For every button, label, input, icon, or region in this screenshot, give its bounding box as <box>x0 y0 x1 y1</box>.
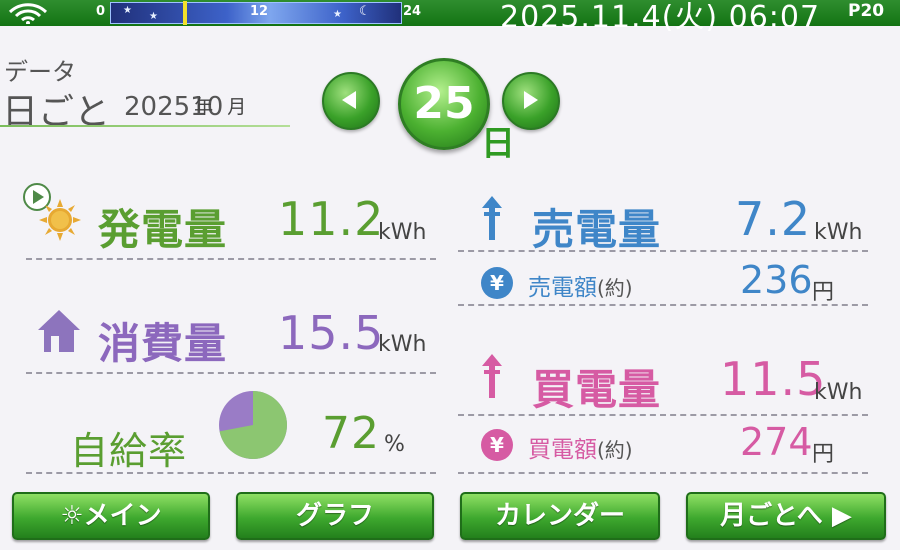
main-button[interactable]: ☼メイン <box>12 492 210 540</box>
calendar-button[interactable]: カレンダー <box>460 492 660 540</box>
moon-icon: ☾ <box>359 4 371 19</box>
bought-amount-note: (約) <box>597 438 633 462</box>
graph-button[interactable]: グラフ <box>236 492 434 540</box>
self-sufficiency-value: 72 <box>322 408 380 459</box>
divider <box>458 414 868 416</box>
divider <box>458 304 868 306</box>
bought-unit: kWh <box>814 380 863 405</box>
yen-icon: ¥ <box>481 267 513 299</box>
sold-amount-note: (約) <box>597 276 633 300</box>
timeline-tick-start: 0 <box>96 4 106 19</box>
sun-icon <box>39 199 81 241</box>
sold-amount-text: 売電額 <box>528 275 597 301</box>
divider <box>458 472 868 474</box>
current-time-marker <box>183 1 187 25</box>
divider <box>458 250 868 252</box>
next-day-button[interactable] <box>502 72 560 130</box>
bought-amount-unit: 円 <box>812 442 835 467</box>
timeline-tick-end: 24 <box>403 4 422 19</box>
generation-unit: kWh <box>378 220 427 245</box>
header-underline <box>0 125 290 127</box>
bought-label: 買電量 <box>532 365 662 414</box>
selected-day: 25 <box>398 58 490 150</box>
year-unit: 年 <box>194 96 214 118</box>
sold-value: 7.2 <box>735 192 812 246</box>
page-number: P20 <box>848 1 885 21</box>
divider <box>26 472 436 474</box>
generation-value: 11.2 <box>278 192 385 246</box>
svg-text:¥: ¥ <box>490 271 504 295</box>
star-icon: ★ <box>123 5 132 16</box>
monthly-button[interactable]: 月ごとへ ▶ <box>686 492 886 540</box>
year-month-label: 2025 年 10 月 <box>124 92 246 122</box>
sold-amount-unit: 円 <box>812 280 835 305</box>
status-bar: 0 ★ ★ ★ ☾ 12 24 2025.11.4(火) 06:07 P20 <box>0 0 900 35</box>
sold-amount-value: 236 <box>740 258 813 302</box>
section-title: データ <box>4 58 76 86</box>
house-icon <box>38 310 80 352</box>
bought-amount-text: 買電額 <box>528 437 597 463</box>
svg-text:¥: ¥ <box>490 433 504 457</box>
timeline-tick-mid: 12 <box>250 4 269 19</box>
view-mode-title: 日ごと <box>2 92 111 133</box>
divider <box>26 372 436 374</box>
generation-label: 発電量 <box>98 205 228 254</box>
sold-amount-label: 売電額(約) <box>528 268 633 302</box>
bought-amount-value: 274 <box>740 420 813 464</box>
divider <box>26 258 436 260</box>
consumption-value: 15.5 <box>278 306 385 360</box>
triangle-right-icon <box>524 91 538 109</box>
bought-amount-label: 買電額(約) <box>528 430 633 464</box>
sold-label: 売電量 <box>532 205 662 254</box>
bought-value: 11.5 <box>720 352 827 406</box>
yen-icon: ¥ <box>481 429 513 461</box>
day-unit: 日 <box>481 124 515 164</box>
arrow-down-icon <box>482 354 502 398</box>
triangle-right-icon: ▶ <box>831 501 852 531</box>
pie-chart-icon <box>219 391 287 459</box>
self-sufficiency-unit: % <box>384 432 405 457</box>
monthly-button-label: 月ごとへ <box>720 501 823 531</box>
arrow-up-icon <box>482 196 502 240</box>
star-icon: ★ <box>333 9 342 20</box>
triangle-left-icon <box>342 91 356 109</box>
sun-outline-icon: ☼ <box>60 501 84 531</box>
self-sufficiency-label: 自給率 <box>70 429 188 473</box>
current-datetime: 2025.11.4(火) 06:07 <box>500 0 821 35</box>
wifi-icon <box>8 3 48 24</box>
consumption-label: 消費量 <box>98 319 228 368</box>
calendar-button-label: カレンダー <box>494 501 625 531</box>
main-button-label: メイン <box>83 501 162 531</box>
graph-button-label: グラフ <box>295 501 374 531</box>
month-unit: 月 <box>227 96 247 118</box>
consumption-unit: kWh <box>378 332 427 357</box>
star-icon: ★ <box>149 11 158 22</box>
year-value: 2025 <box>124 92 191 122</box>
sold-unit: kWh <box>814 220 863 245</box>
previous-day-button[interactable] <box>322 72 380 130</box>
